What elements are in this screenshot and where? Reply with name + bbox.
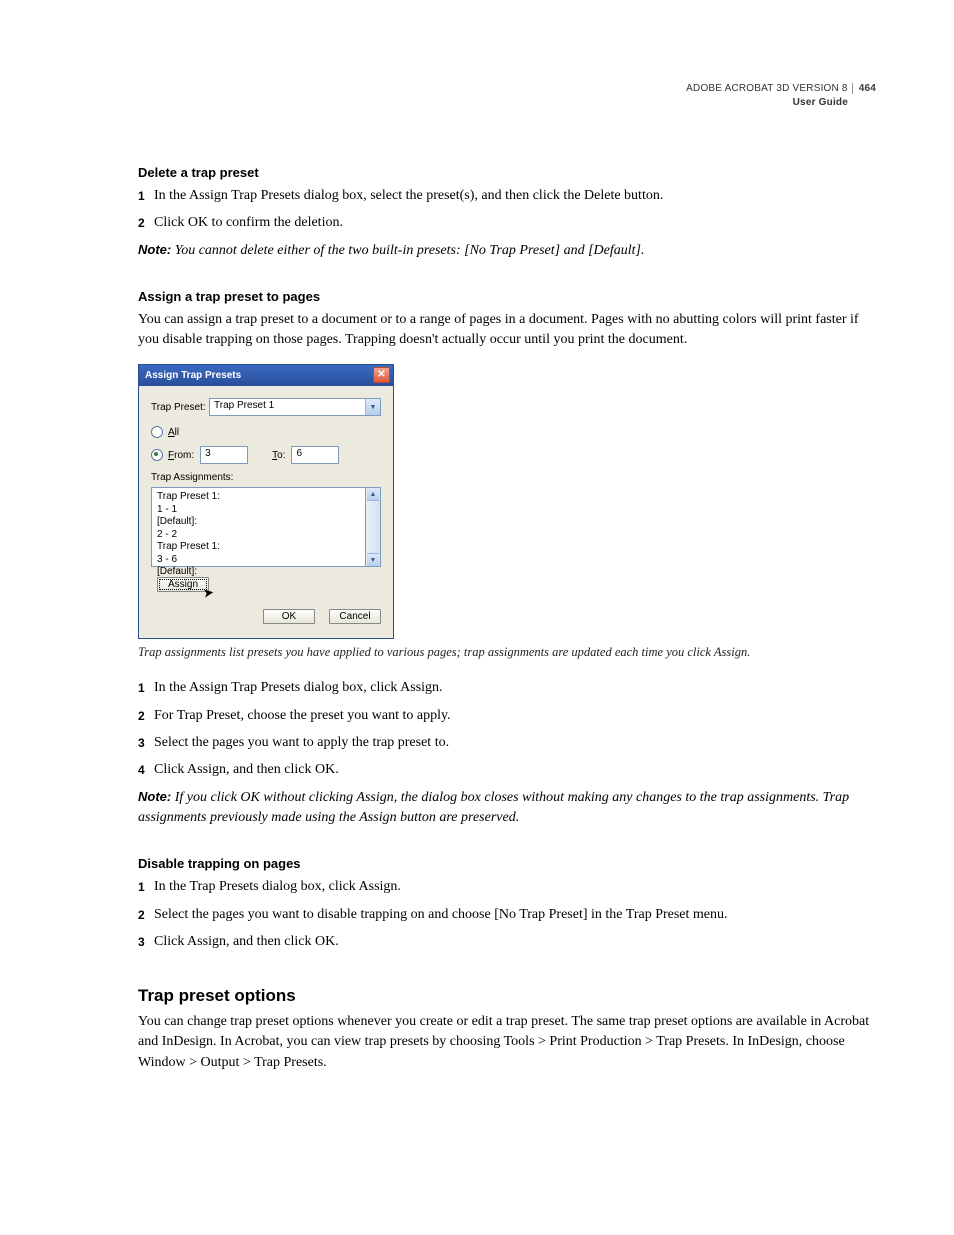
note-text: You cannot delete either of the two buil… xyxy=(175,243,645,258)
heading-trap-preset-options: Trap preset options xyxy=(138,986,876,1006)
list-item: 2For Trap Preset, choose the preset you … xyxy=(138,706,876,726)
cancel-button[interactable]: Cancel xyxy=(329,609,381,624)
body-paragraph: You can change trap preset options whene… xyxy=(138,1012,876,1073)
page-number: 464 xyxy=(852,83,876,94)
radio-all[interactable] xyxy=(151,426,163,438)
step-text: Select the pages you want to apply the t… xyxy=(154,733,449,753)
to-input[interactable]: 6 xyxy=(291,446,339,464)
running-header: ADOBE ACROBAT 3D VERSION 8 464 User Guide xyxy=(138,82,876,109)
radio-from[interactable] xyxy=(151,449,163,461)
heading-assign-trap-preset: Assign a trap preset to pages xyxy=(138,289,876,304)
radio-all-label: All xyxy=(168,427,179,438)
cursor-icon: ➤ xyxy=(202,585,215,602)
list-item: Trap Preset 1: xyxy=(157,491,360,504)
dialog-titlebar[interactable]: Assign Trap Presets ✕ xyxy=(139,365,393,386)
figure-caption: Trap assignments list presets you have a… xyxy=(138,645,876,660)
list-item: 4Click Assign, and then click OK. xyxy=(138,760,876,780)
step-text: For Trap Preset, choose the preset you w… xyxy=(154,706,451,726)
radio-from-label: From: xyxy=(168,450,194,461)
list-item: Trap Preset 1: xyxy=(157,541,360,554)
step-text: Click OK to confirm the deletion. xyxy=(154,213,343,233)
trap-preset-label: Trap Preset: xyxy=(151,402,209,413)
list-item: 2Select the pages you want to disable tr… xyxy=(138,905,876,925)
scroll-down-icon[interactable]: ▼ xyxy=(367,553,379,566)
trap-assignments-label: Trap Assignments: xyxy=(151,472,381,483)
heading-disable-trapping: Disable trapping on pages xyxy=(138,856,876,871)
note-label: Note: xyxy=(138,242,171,257)
note: Note: If you click OK without clicking A… xyxy=(138,788,876,829)
intro-paragraph: You can assign a trap preset to a docume… xyxy=(138,310,876,351)
step-text: In the Assign Trap Presets dialog box, s… xyxy=(154,186,663,206)
chevron-down-icon[interactable]: ▼ xyxy=(365,399,380,415)
list-item: [Default]: xyxy=(157,516,360,529)
trap-preset-dropdown[interactable]: Trap Preset 1 ▼ xyxy=(209,398,381,416)
list-item: 1In the Trap Presets dialog box, click A… xyxy=(138,877,876,897)
assign-trap-presets-dialog: Assign Trap Presets ✕ Trap Preset: Trap … xyxy=(138,364,394,639)
scroll-up-icon[interactable]: ▲ xyxy=(367,488,379,501)
trap-assignments-list[interactable]: Trap Preset 1: 1 - 1 [Default]: 2 - 2 Tr… xyxy=(151,487,366,567)
doc-kind: User Guide xyxy=(793,97,876,108)
step-text: Select the pages you want to disable tra… xyxy=(154,905,728,925)
list-item: 1In the Assign Trap Presets dialog box, … xyxy=(138,186,876,206)
step-text: Click Assign, and then click OK. xyxy=(154,932,339,952)
step-text: In the Assign Trap Presets dialog box, c… xyxy=(154,678,443,698)
list-item: 2Click OK to confirm the deletion. xyxy=(138,213,876,233)
dialog-figure: Assign Trap Presets ✕ Trap Preset: Trap … xyxy=(138,364,876,639)
scrollbar[interactable]: ▲ ▼ xyxy=(366,487,381,567)
dialog-title: Assign Trap Presets xyxy=(145,370,241,381)
close-icon[interactable]: ✕ xyxy=(373,367,390,383)
list-item: 3Click Assign, and then click OK. xyxy=(138,932,876,952)
note: Note: You cannot delete either of the tw… xyxy=(138,241,876,261)
ok-button[interactable]: OK xyxy=(263,609,315,624)
trap-preset-value: Trap Preset 1 xyxy=(210,399,365,415)
note-text: If you click OK without clicking Assign,… xyxy=(138,790,849,825)
step-text: In the Trap Presets dialog box, click As… xyxy=(154,877,401,897)
list-item: 1In the Assign Trap Presets dialog box, … xyxy=(138,678,876,698)
radio-from-row[interactable]: From: 3 To: 6 xyxy=(151,446,381,464)
list-item: 3 - 6 xyxy=(157,554,360,567)
from-input[interactable]: 3 xyxy=(200,446,248,464)
product-name: ADOBE ACROBAT 3D VERSION 8 xyxy=(686,82,848,96)
list-item: 3Select the pages you want to apply the … xyxy=(138,733,876,753)
list-item: 2 - 2 xyxy=(157,529,360,542)
radio-all-row[interactable]: All xyxy=(151,426,381,438)
heading-delete-trap-preset: Delete a trap preset xyxy=(138,165,876,180)
list-item: 1 - 1 xyxy=(157,504,360,517)
note-label: Note: xyxy=(138,789,171,804)
step-text: Click Assign, and then click OK. xyxy=(154,760,339,780)
to-label: To: xyxy=(272,450,285,461)
